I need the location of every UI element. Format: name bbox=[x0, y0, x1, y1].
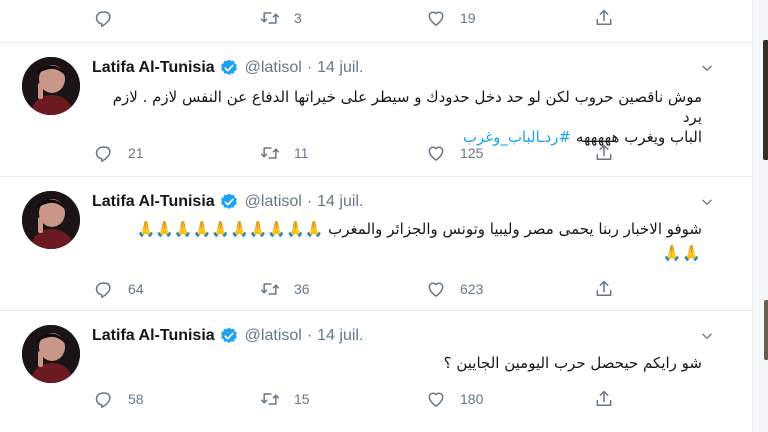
retweet-icon bbox=[260, 389, 280, 409]
tweet-header: Latifa Al-Tunisia @latisol · 14 juil. bbox=[92, 57, 363, 79]
like-button[interactable]: 623 bbox=[426, 277, 483, 301]
reply-button[interactable]: 21 bbox=[94, 141, 144, 165]
separator-dot: · bbox=[306, 59, 313, 76]
tweet-text: موش ناقصين حروب لكن لو حد دخل حدودك و سي… bbox=[92, 87, 702, 147]
tweet[interactable]: Latifa Al-Tunisia @latisol · 14 juil. شو… bbox=[0, 310, 752, 432]
share-icon bbox=[594, 279, 614, 299]
chevron-down-icon[interactable] bbox=[700, 61, 714, 75]
author-name[interactable]: Latifa Al-Tunisia bbox=[92, 193, 215, 211]
tweet-feed: 3 19 Latifa Al-Tunisia @latisol · 14 jui… bbox=[0, 0, 752, 432]
share-button[interactable] bbox=[594, 387, 614, 411]
retweet-button[interactable]: 3 bbox=[260, 6, 302, 30]
reply-button[interactable]: 58 bbox=[94, 387, 144, 411]
adjacent-image-fragment bbox=[763, 40, 768, 160]
reply-count: 21 bbox=[128, 145, 144, 161]
retweet-count: 36 bbox=[294, 281, 310, 297]
tweet-text-line: شو رايكم حيحصل حرب اليومين الجايين ؟ bbox=[443, 354, 702, 372]
tweet-actions: 21 11 125 bbox=[92, 141, 652, 165]
share-button[interactable] bbox=[594, 277, 614, 301]
retweet-button[interactable]: 36 bbox=[260, 277, 310, 301]
reply-icon bbox=[94, 143, 114, 163]
tweet[interactable]: Latifa Al-Tunisia @latisol · 14 juil. شو… bbox=[0, 176, 752, 310]
retweet-button[interactable]: 11 bbox=[260, 141, 309, 165]
heart-icon bbox=[426, 8, 446, 28]
share-icon bbox=[594, 389, 614, 409]
verified-badge-icon bbox=[219, 326, 239, 346]
share-icon bbox=[594, 143, 614, 163]
author-handle[interactable]: @latisol bbox=[245, 59, 302, 77]
share-button[interactable] bbox=[594, 6, 614, 30]
author-handle[interactable]: @latisol bbox=[245, 193, 302, 211]
retweet-count: 15 bbox=[294, 391, 310, 407]
retweet-count: 11 bbox=[294, 145, 309, 161]
author-name[interactable]: Latifa Al-Tunisia bbox=[92, 327, 215, 345]
retweet-button[interactable]: 15 bbox=[260, 387, 310, 411]
reply-button[interactable] bbox=[94, 6, 128, 30]
like-button[interactable]: 19 bbox=[426, 6, 476, 30]
reply-count: 58 bbox=[128, 391, 144, 407]
tweet-date[interactable]: 14 juil. bbox=[317, 193, 363, 211]
tweet-text-segment: شوفو الاخبار ربنا يحمى مصر وليبيا وتونس … bbox=[328, 220, 702, 238]
tweet-text-line: شوفو الاخبار ربنا يحمى مصر وليبيا وتونس … bbox=[92, 219, 702, 239]
author-handle[interactable]: @latisol bbox=[245, 327, 302, 345]
adjacent-image-fragment bbox=[764, 300, 768, 360]
like-count: 180 bbox=[460, 391, 484, 407]
top-tweet-actions: 3 19 bbox=[92, 6, 652, 30]
separator-dot: · bbox=[306, 193, 313, 210]
tweet-header: Latifa Al-Tunisia @latisol · 14 juil. bbox=[92, 191, 363, 213]
verified-badge-icon bbox=[219, 192, 239, 212]
like-count: 125 bbox=[460, 145, 484, 161]
praying-hands-emoji: 🙏🙏 bbox=[662, 244, 702, 262]
reply-button[interactable]: 64 bbox=[94, 277, 144, 301]
separator-dot: · bbox=[306, 327, 313, 344]
retweet-icon bbox=[260, 8, 280, 28]
tweet-text-line: موش ناقصين حروب لكن لو حد دخل حدودك و سي… bbox=[112, 88, 702, 126]
tweet-date[interactable]: 14 juil. bbox=[317, 327, 363, 345]
tweet[interactable]: Latifa Al-Tunisia @latisol · 14 juil. مو… bbox=[0, 42, 752, 176]
reply-count: 64 bbox=[128, 281, 144, 297]
share-button[interactable] bbox=[594, 141, 614, 165]
heart-icon bbox=[426, 143, 446, 163]
share-icon bbox=[594, 8, 614, 28]
reply-icon bbox=[94, 389, 114, 409]
reply-icon bbox=[94, 279, 114, 299]
heart-icon bbox=[426, 389, 446, 409]
reply-icon bbox=[94, 8, 114, 28]
tweet-text: شوفو الاخبار ربنا يحمى مصر وليبيا وتونس … bbox=[92, 219, 702, 263]
avatar[interactable] bbox=[22, 325, 80, 383]
praying-hands-emoji: 🙏🙏🙏🙏🙏🙏🙏🙏🙏🙏 bbox=[136, 220, 324, 238]
heart-icon bbox=[426, 279, 446, 299]
like-count: 19 bbox=[460, 10, 476, 26]
adjacent-panel-edge bbox=[752, 0, 768, 432]
like-button[interactable]: 180 bbox=[426, 387, 483, 411]
chevron-down-icon[interactable] bbox=[700, 329, 714, 343]
retweet-count: 3 bbox=[294, 10, 302, 26]
retweet-icon bbox=[260, 143, 280, 163]
avatar[interactable] bbox=[22, 191, 80, 249]
tweet-actions: 58 15 180 bbox=[92, 387, 652, 411]
verified-badge-icon bbox=[219, 58, 239, 78]
tweet-header: Latifa Al-Tunisia @latisol · 14 juil. bbox=[92, 325, 363, 347]
tweet-actions: 64 36 623 bbox=[92, 277, 652, 301]
like-button[interactable]: 125 bbox=[426, 141, 483, 165]
tweet-text: شو رايكم حيحصل حرب اليومين الجايين ؟ bbox=[92, 353, 702, 373]
retweet-icon bbox=[260, 279, 280, 299]
like-count: 623 bbox=[460, 281, 484, 297]
author-name[interactable]: Latifa Al-Tunisia bbox=[92, 59, 215, 77]
avatar[interactable] bbox=[22, 57, 80, 115]
chevron-down-icon[interactable] bbox=[700, 195, 714, 209]
tweet-date[interactable]: 14 juil. bbox=[317, 59, 363, 77]
